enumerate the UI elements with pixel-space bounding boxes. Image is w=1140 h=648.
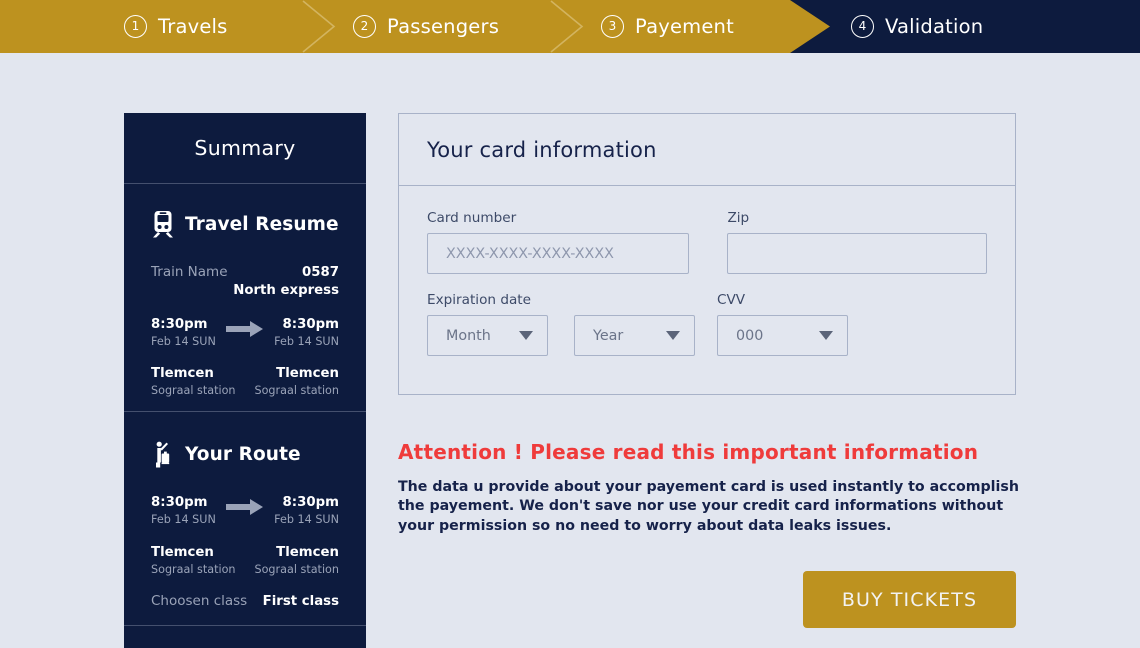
stepper-separator-1 — [297, 0, 341, 53]
expiration-cvv-row: Expiration date Month Year CVV 000 — [427, 292, 987, 356]
travel-resume-panel: Travel Resume Train Name 0587 North expr… — [124, 184, 366, 412]
summary-title: Summary — [194, 136, 296, 160]
depart-station: Sograal station — [151, 384, 236, 398]
train-name-value: North express — [233, 282, 339, 298]
expiration-date-field: Expiration date Month Year — [427, 292, 695, 356]
month-select-value: Month — [446, 327, 491, 344]
cvv-label: CVV — [717, 292, 746, 308]
summary-sidebar: Summary Travel Resume Train Name 0587 No… — [124, 113, 366, 648]
travel-resume-header: Travel Resume — [151, 210, 339, 238]
arrive-time: 8:30pm — [282, 316, 339, 332]
route-arrive-station: Sograal station — [254, 562, 339, 576]
card-information-title: Your card information — [427, 137, 657, 162]
your-route-title: Your Route — [185, 443, 301, 465]
card-information-panel: Your card information Card number XXXX-X… — [398, 113, 1016, 395]
step-number-badge: 3 — [601, 15, 624, 38]
direction-arrow-icon — [226, 316, 264, 342]
resume-time-row: 8:30pm Feb 14 SUN 8:30pm Feb 14 SUN — [151, 316, 339, 350]
step-label: Passengers — [387, 15, 500, 38]
resume-station-row: Tlemcen Sograal station Tlemcen Sograal … — [151, 365, 339, 399]
depart-date: Feb 14 SUN — [151, 334, 216, 348]
card-information-body: Card number XXXX-XXXX-XXXX-XXXX Zip Expi… — [399, 186, 1015, 356]
card-information-header: Your card information — [399, 114, 1015, 186]
depart-time: 8:30pm — [151, 316, 208, 332]
your-route-header: Your Route — [151, 440, 339, 468]
chevron-down-icon — [666, 331, 680, 340]
chosen-class-value: First class — [262, 594, 339, 610]
zip-input[interactable] — [727, 233, 987, 274]
step-label: Validation — [885, 15, 984, 38]
train-icon — [151, 210, 175, 238]
attention-body: The data u provide about your payement c… — [398, 479, 1019, 534]
direction-arrow-icon — [226, 494, 264, 520]
expiration-selects: Month Year — [427, 315, 695, 356]
cvv-select-value: 000 — [736, 327, 764, 344]
route-depart-station: Sograal station — [151, 562, 236, 576]
summary-header: Summary — [124, 113, 366, 184]
train-name-label: Train Name — [151, 264, 228, 280]
cvv-field: CVV 000 — [717, 292, 849, 356]
arrive-city: Tlemcen — [276, 366, 339, 382]
zip-field: Zip — [727, 210, 987, 274]
month-select[interactable]: Month — [427, 315, 548, 356]
route-time-row: 8:30pm Feb 14 SUN 8:30pm Feb 14 SUN — [151, 494, 339, 528]
train-name-row: Train Name 0587 North express — [151, 264, 339, 300]
route-arrive-city: Tlemcen — [276, 544, 339, 560]
passenger-luggage-icon — [151, 440, 175, 468]
step-number-badge: 2 — [353, 15, 376, 38]
train-number: 0587 — [301, 265, 339, 280]
route-arrive-date: Feb 14 SUN — [274, 512, 339, 526]
attention-title: Attention ! Please read this important i… — [398, 440, 979, 464]
card-number-input[interactable]: XXXX-XXXX-XXXX-XXXX — [427, 233, 690, 274]
route-station-row: Tlemcen Sograal station Tlemcen Sograal … — [151, 544, 339, 578]
stepper-step-passengers[interactable]: 2 Passengers — [353, 0, 499, 53]
stepper-step-travels[interactable]: 1 Travels — [124, 0, 228, 53]
year-select[interactable]: Year — [574, 315, 695, 356]
chevron-down-icon — [519, 331, 533, 340]
route-depart-city: Tlemcen — [151, 544, 214, 560]
chosen-class-row: Choosen class First class — [151, 593, 339, 611]
stepper-step-validation[interactable]: 4 Validation — [851, 0, 983, 53]
travel-resume-title: Travel Resume — [185, 213, 339, 235]
attention-notice: Attention ! Please read this important i… — [398, 440, 1023, 536]
progress-stepper: 1 Travels 2 Passengers 3 Payement 4 Vali… — [0, 0, 1140, 53]
chosen-class-label: Choosen class — [151, 593, 248, 610]
year-select-value: Year — [593, 327, 624, 344]
step-number-badge: 4 — [851, 15, 874, 38]
buy-tickets-button[interactable]: BUY TICKETS — [803, 571, 1016, 628]
chevron-down-icon — [819, 331, 833, 340]
cvv-select[interactable]: 000 — [717, 315, 848, 356]
zip-label: Zip — [727, 210, 750, 226]
step-number-badge: 1 — [124, 15, 147, 38]
route-arrive-time: 8:30pm — [282, 495, 339, 510]
summary-footer-spacer — [124, 626, 366, 648]
route-depart-time: 8:30pm — [151, 495, 208, 510]
stepper-step-payement[interactable]: 3 Payement — [601, 0, 734, 53]
card-number-field: Card number XXXX-XXXX-XXXX-XXXX — [427, 210, 690, 274]
depart-city: Tlemcen — [151, 366, 214, 382]
your-route-panel: Your Route 8:30pm Feb 14 SUN 8:30pm Feb … — [124, 412, 366, 626]
step-label: Travels — [158, 15, 228, 38]
expiration-date-label: Expiration date — [427, 292, 531, 308]
arrive-date: Feb 14 SUN — [274, 334, 339, 348]
step-label: Payement — [635, 15, 734, 38]
card-number-zip-row: Card number XXXX-XXXX-XXXX-XXXX Zip — [427, 210, 987, 274]
stepper-separator-2 — [545, 0, 589, 53]
card-number-label: Card number — [427, 210, 517, 226]
arrive-station: Sograal station — [254, 384, 339, 398]
route-depart-date: Feb 14 SUN — [151, 512, 216, 526]
